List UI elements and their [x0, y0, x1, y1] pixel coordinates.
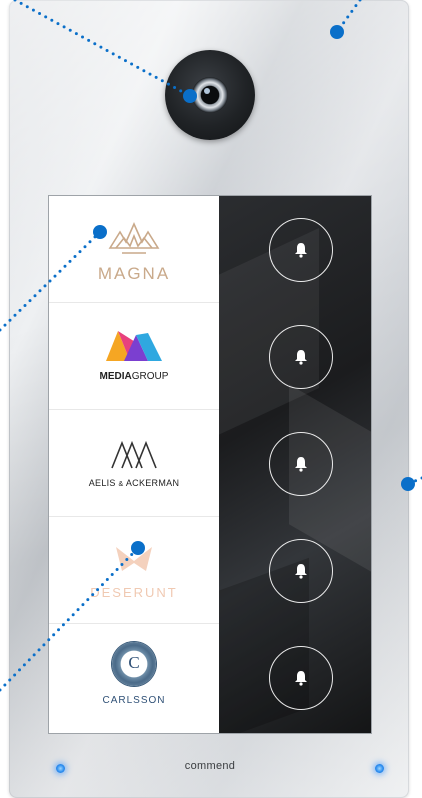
tenant-logo-deserunt: DESERUNT: [49, 517, 219, 624]
status-led-right: [375, 764, 384, 773]
display-screen: MAGNA MEDIAGROUP AELIS & ACKERMAN DESERU…: [49, 196, 371, 733]
camera: [165, 50, 255, 140]
tenant-name-mediagroup-a: MEDIA: [99, 371, 132, 382]
call-row: [219, 410, 371, 517]
tenant-name-ackerman: ACKERMAN: [125, 478, 180, 488]
carlsson-monogram: C: [128, 653, 140, 672]
tenant-logo-aelis-ackerman: AELIS & ACKERMAN: [49, 410, 219, 517]
deserunt-logo-icon: [116, 547, 152, 571]
tenant-name-carlsson: CARLSSON: [102, 695, 166, 706]
tenant-logo-magna: MAGNA: [49, 196, 219, 303]
bell-icon: [295, 564, 307, 579]
callout-line-screen-right: [406, 476, 422, 486]
call-button-mediagroup[interactable]: [269, 325, 333, 389]
bell-icon: [295, 243, 307, 258]
tenant-name-aelis-ackerman: AELIS & ACKERMAN: [49, 478, 219, 488]
call-button-aelis-ackerman[interactable]: [269, 432, 333, 496]
tenant-name-deserunt: DESERUNT: [90, 585, 178, 600]
carlsson-seal-icon: C: [112, 642, 156, 686]
tenant-logo-mediagroup: MEDIAGROUP: [49, 303, 219, 410]
tenant-name-magna: MAGNA: [97, 264, 171, 283]
tenant-name-mediagroup: MEDIAGROUP: [49, 371, 219, 382]
call-button-deserunt[interactable]: [269, 539, 333, 603]
call-button-magna[interactable]: [269, 218, 333, 282]
mediagroup-logo-icon: [106, 331, 162, 361]
bell-icon: [295, 457, 307, 472]
tenant-name-aelis: AELIS: [88, 478, 116, 488]
tenant-logo-list: MAGNA MEDIAGROUP AELIS & ACKERMAN DESERU…: [49, 196, 219, 733]
call-row: [219, 196, 371, 303]
crown-logo-icon: [108, 222, 160, 254]
bell-icon: [295, 671, 307, 686]
brand-label: commend: [184, 760, 236, 772]
tenant-name-ampersand: &: [118, 481, 124, 488]
call-row: [219, 517, 371, 624]
camera-lens: [192, 77, 228, 113]
tenant-name-mediagroup-b: GROUP: [131, 371, 169, 382]
call-button-carlsson[interactable]: [269, 646, 333, 710]
call-row: [219, 303, 371, 410]
lens-glint: [204, 88, 210, 94]
call-row: [219, 624, 371, 731]
tenant-logo-carlsson: C CARLSSON: [49, 624, 219, 731]
aelis-ackerman-logo-icon: [111, 440, 157, 469]
call-button-column: [219, 196, 371, 733]
bell-icon: [295, 350, 307, 365]
status-led-left: [56, 764, 65, 773]
